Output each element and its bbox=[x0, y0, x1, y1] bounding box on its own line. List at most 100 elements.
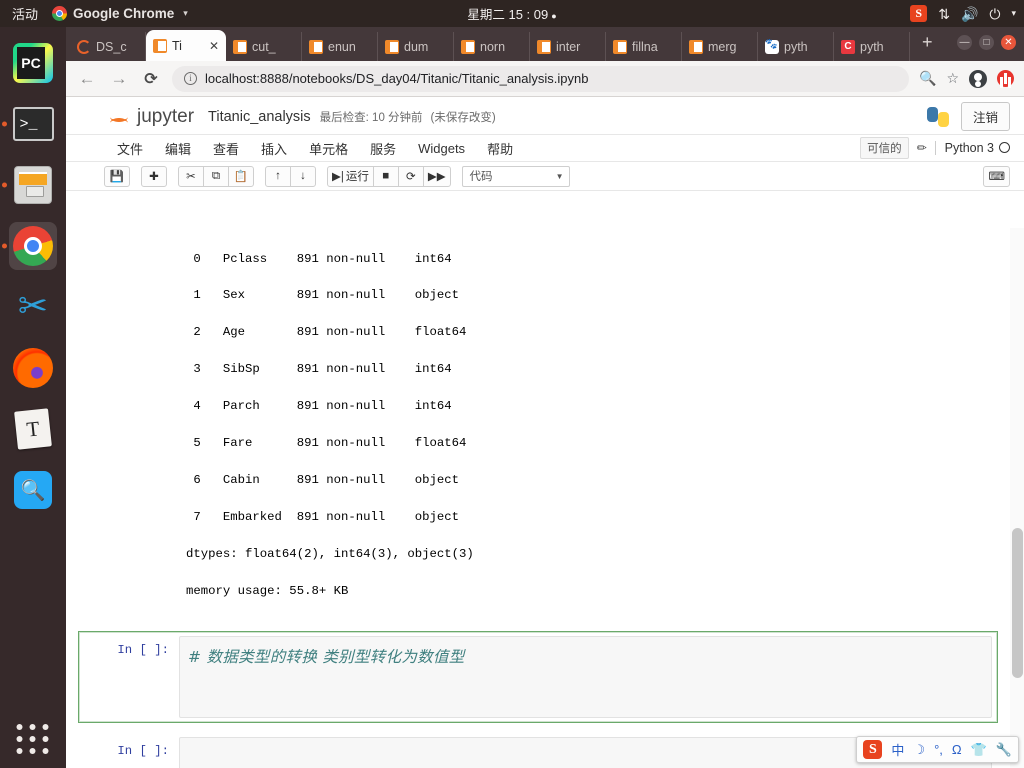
command-palette-button[interactable]: ⌨ bbox=[983, 165, 1010, 187]
close-icon[interactable]: ✕ bbox=[209, 39, 219, 53]
browser-tab-fillna[interactable]: fillna bbox=[606, 32, 682, 61]
ime-punctuation-icon[interactable]: °, bbox=[934, 742, 943, 757]
save-button[interactable]: 💾 bbox=[104, 165, 130, 187]
logout-button[interactable]: 注销 bbox=[960, 102, 1010, 131]
extension-icon[interactable] bbox=[997, 70, 1014, 87]
tab-label: cut_ bbox=[252, 39, 276, 54]
jupyter-favicon bbox=[309, 39, 323, 54]
cut-cell-button[interactable]: ✂ bbox=[178, 165, 204, 187]
csdn-favicon bbox=[841, 39, 855, 54]
toolbar-group-save: 💾 bbox=[104, 165, 130, 187]
baidu-favicon bbox=[765, 39, 779, 54]
output-line: 1 Sex 891 non-null object bbox=[186, 288, 460, 303]
chevron-down-icon[interactable]: ▾ bbox=[1011, 9, 1016, 18]
output-line: memory usage: 55.8+ KB bbox=[186, 583, 349, 598]
jupyter-favicon bbox=[153, 38, 167, 53]
new-tab-button[interactable]: + bbox=[910, 32, 943, 56]
dock-item-firefox[interactable] bbox=[9, 344, 57, 392]
jupyter-favicon bbox=[689, 39, 703, 54]
output-line: 0 Pclass 891 non-null int64 bbox=[186, 251, 452, 266]
menu-insert[interactable]: 插入 bbox=[250, 137, 298, 160]
jupyter-logo[interactable]: jupyter bbox=[108, 106, 194, 128]
forward-button[interactable]: → bbox=[108, 69, 130, 89]
tab-label: dum bbox=[404, 39, 429, 54]
dock-item-text-editor[interactable]: T bbox=[9, 405, 57, 453]
ime-tools-icon[interactable]: 🔧 bbox=[996, 742, 1012, 758]
maximize-button[interactable]: □ bbox=[979, 35, 994, 50]
activities-button[interactable]: 活动 bbox=[0, 4, 52, 23]
restart-run-all-button[interactable]: ▶▶ bbox=[422, 165, 451, 187]
volume-icon[interactable]: 🔊 bbox=[961, 7, 978, 21]
move-cell-up-button[interactable]: ↑ bbox=[265, 165, 291, 187]
notebook-cell-selected[interactable]: In [ ]: # 数据类型的转换 类别型转化为数值型 bbox=[78, 630, 998, 723]
browser-tab-ds-c[interactable]: DS_c bbox=[70, 32, 146, 61]
sogou-tray-icon[interactable]: S bbox=[910, 5, 928, 22]
ime-skin-icon[interactable]: 👕 bbox=[971, 742, 987, 758]
search-icon[interactable]: 🔍 bbox=[919, 70, 936, 87]
dock-item-terminal[interactable]: >_ bbox=[2, 100, 57, 148]
show-applications-button[interactable] bbox=[16, 724, 50, 754]
terminal-icon: >_ bbox=[12, 107, 54, 141]
insert-cell-button[interactable]: ✚ bbox=[141, 165, 167, 187]
close-button[interactable]: ✕ bbox=[1001, 35, 1016, 50]
run-label: 运行 bbox=[345, 171, 369, 183]
move-cell-down-button[interactable]: ↓ bbox=[290, 165, 316, 187]
cell-type-select[interactable]: 代码 ▼ bbox=[461, 165, 570, 187]
ime-symbol-icon[interactable]: Ω bbox=[952, 742, 962, 757]
jupyter-header-right: 注销 bbox=[926, 102, 1010, 131]
interrupt-kernel-button[interactable]: ■ bbox=[372, 165, 399, 187]
cell-code-editor[interactable]: # 数据类型的转换 类别型转化为数值型 bbox=[179, 635, 992, 718]
profile-avatar-icon[interactable] bbox=[969, 69, 987, 88]
browser-tab-merge[interactable]: merg bbox=[682, 32, 758, 61]
run-cell-button[interactable]: ▶| 运行 bbox=[327, 165, 374, 187]
tab-label: pyth bbox=[784, 39, 808, 54]
browser-tab-dum[interactable]: dum bbox=[378, 32, 454, 61]
menu-edit[interactable]: 编辑 bbox=[154, 137, 202, 160]
notebook-scrollbar[interactable] bbox=[1010, 228, 1024, 768]
kernel-indicator[interactable]: Python 3 bbox=[934, 141, 1010, 155]
power-icon[interactable]: ⏻ bbox=[989, 7, 1000, 21]
sogou-logo-icon[interactable]: S bbox=[863, 740, 883, 759]
paste-cell-button[interactable]: 📋 bbox=[228, 165, 254, 187]
dock-item-vscode[interactable]: ✂ bbox=[9, 283, 57, 331]
menu-help[interactable]: 帮助 bbox=[476, 137, 524, 160]
browser-tab-norm[interactable]: norn bbox=[454, 32, 530, 61]
star-icon[interactable]: ☆ bbox=[946, 70, 959, 87]
ime-language-mode[interactable]: 中 bbox=[891, 740, 904, 759]
browser-tab-titanic[interactable]: Ti ✕ bbox=[146, 30, 226, 61]
network-icon[interactable]: ⇅ bbox=[938, 7, 950, 21]
browser-tab-python-charm[interactable]: pyth bbox=[834, 32, 910, 61]
copy-cell-button[interactable]: ⧉ bbox=[203, 165, 229, 187]
menu-view[interactable]: 查看 bbox=[202, 137, 250, 160]
ime-moon-icon[interactable]: ☽ bbox=[913, 742, 925, 758]
dock-item-pycharm[interactable] bbox=[9, 39, 57, 87]
address-bar[interactable]: i localhost:8888/notebooks/DS_day04/Tita… bbox=[172, 65, 909, 92]
window-controls: — □ ✕ bbox=[957, 35, 1016, 50]
menu-kernel[interactable]: 服务 bbox=[359, 137, 407, 160]
sogou-input-method-bar: S 中 ☽ °, Ω 👕 🔧 bbox=[856, 736, 1019, 763]
restart-kernel-button[interactable]: ⟳ bbox=[397, 165, 424, 187]
tab-label: merg bbox=[708, 39, 737, 54]
menu-cell[interactable]: 单元格 bbox=[298, 137, 359, 160]
tab-label: inter bbox=[556, 39, 581, 54]
app-menu-chrome[interactable]: Google Chrome ▾ bbox=[52, 6, 188, 21]
dock-item-files[interactable] bbox=[2, 161, 57, 209]
python-logo-icon bbox=[926, 106, 949, 127]
minimize-button[interactable]: — bbox=[957, 35, 972, 50]
notebook-name[interactable]: Titanic_analysis bbox=[208, 109, 311, 125]
reload-button[interactable]: ⟳ bbox=[140, 69, 162, 89]
menu-widgets[interactable]: Widgets bbox=[407, 139, 476, 158]
browser-tab-cut[interactable]: cut_ bbox=[226, 32, 302, 61]
pencil-icon[interactable]: ✏ bbox=[917, 141, 927, 155]
browser-tab-python-baidu[interactable]: pyth bbox=[758, 32, 834, 61]
menu-file[interactable]: 文件 bbox=[106, 137, 154, 160]
dock-item-google-chrome[interactable] bbox=[2, 222, 57, 270]
browser-tab-enum[interactable]: enun bbox=[302, 32, 378, 61]
notebook-scroll-area[interactable]: 0 Pclass 891 non-null int64 1 Sex 891 no… bbox=[66, 228, 1024, 768]
page-info-icon[interactable]: i bbox=[184, 72, 197, 85]
files-icon bbox=[14, 166, 52, 204]
dock-item-search-tool[interactable]: 🔍 bbox=[9, 466, 57, 514]
scrollbar-thumb[interactable] bbox=[1012, 528, 1023, 678]
browser-tab-inter[interactable]: inter bbox=[530, 32, 606, 61]
back-button[interactable]: ← bbox=[76, 69, 98, 89]
